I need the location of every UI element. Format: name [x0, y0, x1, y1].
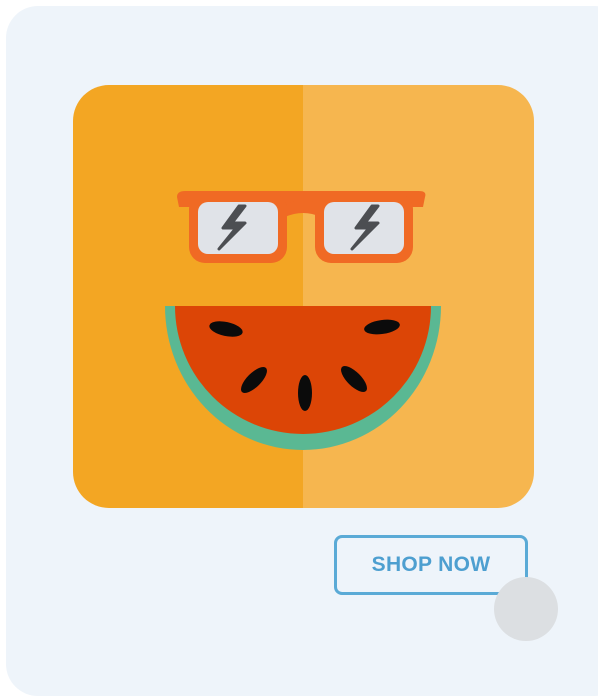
cursor-touch-indicator [494, 577, 558, 641]
shop-now-button[interactable]: SHOP NOW [334, 535, 528, 595]
product-image[interactable] [73, 85, 534, 508]
seed [298, 375, 312, 411]
